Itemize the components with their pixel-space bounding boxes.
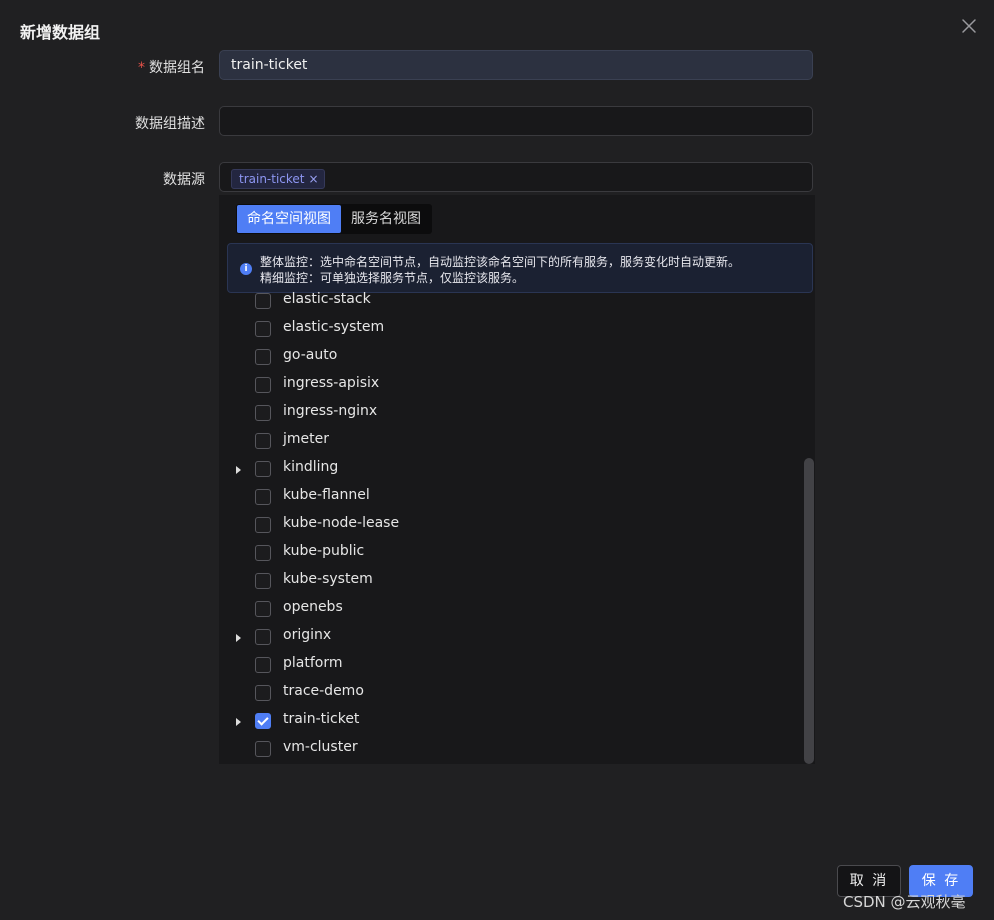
tree-node-checkbox[interactable] <box>255 545 271 561</box>
tree-node-checkbox[interactable] <box>255 657 271 673</box>
tree-node[interactable]: train-ticket <box>219 707 779 735</box>
tree-node-checkbox[interactable] <box>255 741 271 757</box>
tree-node-checkbox[interactable] <box>255 433 271 449</box>
tree-node[interactable]: openebs <box>219 595 779 623</box>
tree-node[interactable]: kindling <box>219 455 779 483</box>
selected-tag-label: train-ticket <box>239 172 305 186</box>
watermark: CSDN @云观秋毫 <box>843 893 966 911</box>
namespace-view-tab[interactable]: 命名空间视图 <box>237 205 341 233</box>
tree-node-label: ingress-nginx <box>283 403 378 419</box>
tree-node[interactable]: elastic-system <box>219 315 779 343</box>
tree-node[interactable]: elastic-stack <box>219 287 779 315</box>
tree-node-checkbox[interactable] <box>255 349 271 365</box>
info-icon: i <box>240 263 252 275</box>
tree-node[interactable]: vm-cluster <box>219 735 779 763</box>
tree-node[interactable]: jmeter <box>219 427 779 455</box>
tree-node-label: ingress-apisix <box>283 375 380 391</box>
close-icon[interactable] <box>959 16 979 36</box>
tree-node-checkbox[interactable] <box>255 293 271 309</box>
tree-node-label: go-auto <box>283 347 338 363</box>
info-line-fine: 精细监控：可单独选择服务节点，仅监控该服务。 <box>260 271 525 285</box>
tree-node[interactable]: kube-system <box>219 567 779 595</box>
selected-tag: train-ticket × <box>231 169 325 189</box>
expand-caret-icon[interactable] <box>236 718 241 726</box>
tree-node-checkbox[interactable] <box>255 685 271 701</box>
tree-node-checkbox[interactable] <box>255 405 271 421</box>
tree-node-label: kube-public <box>283 543 365 559</box>
tree-node-label: kube-node-lease <box>283 515 400 531</box>
tree-node-checkbox[interactable] <box>255 517 271 533</box>
tree-node-label: openebs <box>283 599 343 615</box>
tree-node-label: platform <box>283 655 343 671</box>
expand-caret-icon[interactable] <box>236 634 241 642</box>
name-input[interactable]: train-ticket <box>219 50 813 80</box>
tree-node-label: vm-cluster <box>283 739 358 755</box>
tree-node-checkbox[interactable] <box>255 489 271 505</box>
scrollbar-thumb[interactable] <box>804 458 814 764</box>
tree-node-label: elastic-stack <box>283 291 371 307</box>
tree-node-label: originx <box>283 627 332 643</box>
expand-caret-icon[interactable] <box>236 466 241 474</box>
tree-node-checkbox[interactable] <box>255 713 271 729</box>
check-icon <box>257 714 269 726</box>
info-alert: i 整体监控：选中命名空间节点，自动监控该命名空间下的所有服务，服务变化时自动更… <box>227 243 813 293</box>
tree-node[interactable]: platform <box>219 651 779 679</box>
tree-node[interactable]: ingress-nginx <box>219 399 779 427</box>
tree-node-label: kindling <box>283 459 339 475</box>
tree-node[interactable]: kube-public <box>219 539 779 567</box>
tree-node-label: kube-system <box>283 571 373 587</box>
tree-node-label: elastic-system <box>283 319 385 335</box>
tree-node-checkbox[interactable] <box>255 573 271 589</box>
tree-node-label: train-ticket <box>283 711 360 727</box>
tree-node[interactable]: ingress-apisix <box>219 371 779 399</box>
description-label: 数据组描述 <box>135 116 205 132</box>
tree-node-checkbox[interactable] <box>255 321 271 337</box>
info-line-overall: 整体监控：选中命名空间节点，自动监控该命名空间下的所有服务，服务变化时自动更新。 <box>260 255 741 269</box>
tag-close-icon[interactable]: × <box>309 172 319 186</box>
view-switcher: 命名空间视图 服务名视图 <box>236 204 432 234</box>
tree-node-label: jmeter <box>283 431 329 447</box>
service-view-tab[interactable]: 服务名视图 <box>341 205 431 233</box>
data-source-label: 数据源 <box>163 172 205 188</box>
name-label-text: 数据组名 <box>149 60 205 76</box>
tree-node[interactable]: originx <box>219 623 779 651</box>
tree-node-checkbox[interactable] <box>255 377 271 393</box>
dialog-title: 新增数据组 <box>20 23 101 42</box>
description-input[interactable] <box>219 106 813 136</box>
name-label: * 数据组名 <box>138 57 205 77</box>
tree-node-label: kube-flannel <box>283 487 370 503</box>
required-mark: * <box>138 60 145 76</box>
tree-node-checkbox[interactable] <box>255 629 271 645</box>
tree-node[interactable]: go-auto <box>219 343 779 371</box>
tree-node-label: trace-demo <box>283 683 364 699</box>
tree-node[interactable]: kube-node-lease <box>219 511 779 539</box>
tree-node-checkbox[interactable] <box>255 601 271 617</box>
tree-node-checkbox[interactable] <box>255 461 271 477</box>
tree-select-dropdown: 命名空间视图 服务名视图 i 整体监控：选中命名空间节点，自动监控该命名空间下的… <box>219 195 815 764</box>
tree-node[interactable]: kube-flannel <box>219 483 779 511</box>
tree-node[interactable]: trace-demo <box>219 679 779 707</box>
